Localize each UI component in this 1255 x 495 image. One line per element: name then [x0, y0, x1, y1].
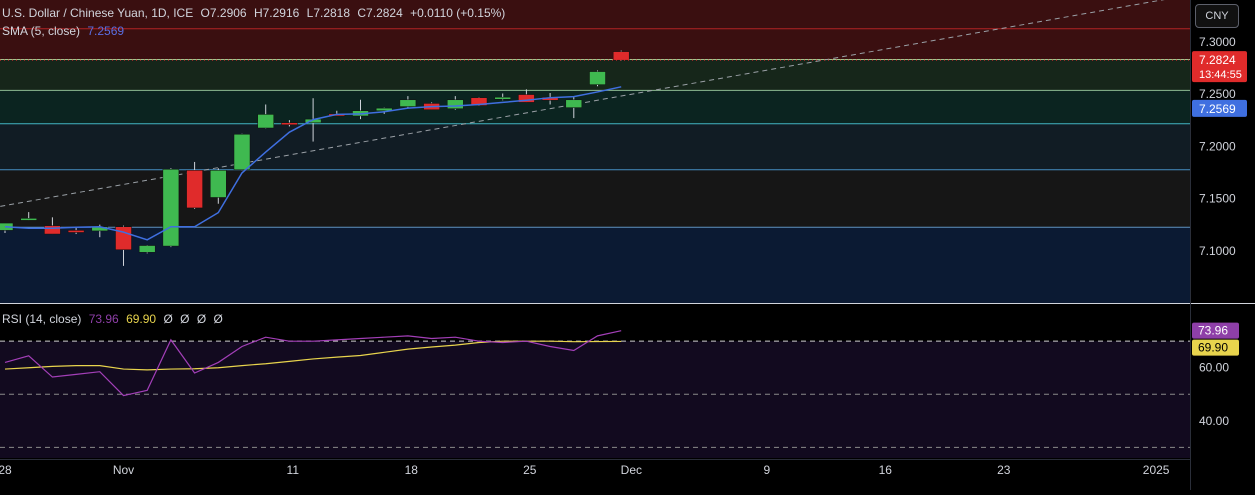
candle-body [257, 114, 274, 129]
rsi-tag-label: 73.96 [1198, 324, 1228, 338]
ohlc-high: H7.2916 [253, 6, 300, 20]
rsi-value: 73.96 [88, 312, 119, 326]
chart-svg: 7.3000 7.2500 7.2000 7.1500 7.1000 60.00 40.00… [0, 0, 1255, 490]
rsi-tick-0: 60.00 [1199, 361, 1229, 375]
sma-value: 7.2569 [87, 24, 125, 38]
time-tick-2: 11 [287, 463, 300, 477]
price-tick-2: 7.2000 [1199, 139, 1236, 153]
price-bands [0, 0, 1255, 304]
ohlc-open: O7.2906 [200, 6, 247, 20]
price-band-3 [0, 123, 1190, 170]
chart-container: 7.3000 7.2500 7.2000 7.1500 7.1000 60.00 40.00… [0, 0, 1255, 490]
candle-body [186, 170, 203, 209]
rsi-extra-4: Ø [213, 312, 223, 326]
rsi-extra-1: Ø [163, 312, 173, 326]
rsi-extra-2: Ø [180, 312, 190, 326]
rsi-ma-value: 69.90 [126, 312, 157, 326]
ohlc-close: C7.2824 [357, 6, 403, 20]
last-price-label: 7.2824 [1199, 53, 1236, 67]
price-tick-4: 7.1000 [1199, 244, 1236, 258]
rsi-zone [0, 341, 1190, 458]
time-tick-0: 28 [0, 463, 12, 477]
candle-body [44, 225, 61, 235]
time-tick-9: 2025 [1143, 463, 1170, 477]
rsi-ma-tag-label: 69.90 [1198, 341, 1228, 355]
rsi-extra-3: Ø [196, 312, 207, 326]
sma-label: SMA (5, close) [2, 24, 81, 38]
candle-body [565, 99, 583, 108]
rsi-label: RSI (14, close) [2, 312, 82, 326]
price-band-2 [0, 90, 1190, 124]
candle-body [399, 99, 417, 107]
candle-7 [162, 168, 180, 248]
candle-body [210, 170, 227, 198]
candle-body [233, 134, 251, 171]
candle-body [612, 51, 630, 61]
sma-tag-label: 7.2569 [1199, 102, 1236, 116]
ohlc-low: L7.2818 [306, 6, 351, 20]
candle-10 [233, 133, 251, 171]
time-tick-6: 9 [763, 463, 770, 477]
time-tick-5: Dec [621, 463, 642, 477]
candle-body [20, 218, 37, 221]
rsi-legend[interactable]: RSI (14, close) 73.96 69.90 Ø Ø Ø Ø [2, 312, 227, 326]
price-tick-0: 7.3000 [1199, 35, 1236, 49]
candle-25 [589, 70, 606, 87]
time-tick-1: Nov [113, 463, 134, 477]
candle-body [67, 230, 85, 233]
candle-body [162, 169, 180, 247]
countdown-label: 13:44:55 [1199, 69, 1242, 81]
time-tick-4: 25 [523, 463, 537, 477]
price-tick-1: 7.2500 [1199, 87, 1236, 101]
candle-body [447, 99, 464, 109]
rsi-background [0, 340, 1190, 458]
price-change: +0.0110 (+0.15%) [410, 6, 506, 20]
time-tick-8: 23 [997, 463, 1011, 477]
candle-body [589, 71, 606, 85]
price-tick-3: 7.1500 [1199, 192, 1236, 206]
time-tick-3: 18 [405, 463, 419, 477]
symbol-header: U.S. Dollar / Chinese Yuan, 1D, ICE O7.2… [2, 6, 509, 20]
rsi-tick-1: 40.00 [1199, 414, 1229, 428]
symbol-name: U.S. Dollar / Chinese Yuan, 1D, ICE [2, 6, 194, 20]
time-tick-7: 16 [879, 463, 893, 477]
candle-body [494, 96, 511, 100]
candle-26 [612, 50, 630, 61]
candle-body [138, 245, 156, 253]
candle-body [281, 122, 298, 126]
sma-legend[interactable]: SMA (5, close) 7.2569 [2, 24, 128, 38]
currency-button[interactable]: CNY [1195, 4, 1239, 28]
candle-6 [138, 245, 156, 254]
